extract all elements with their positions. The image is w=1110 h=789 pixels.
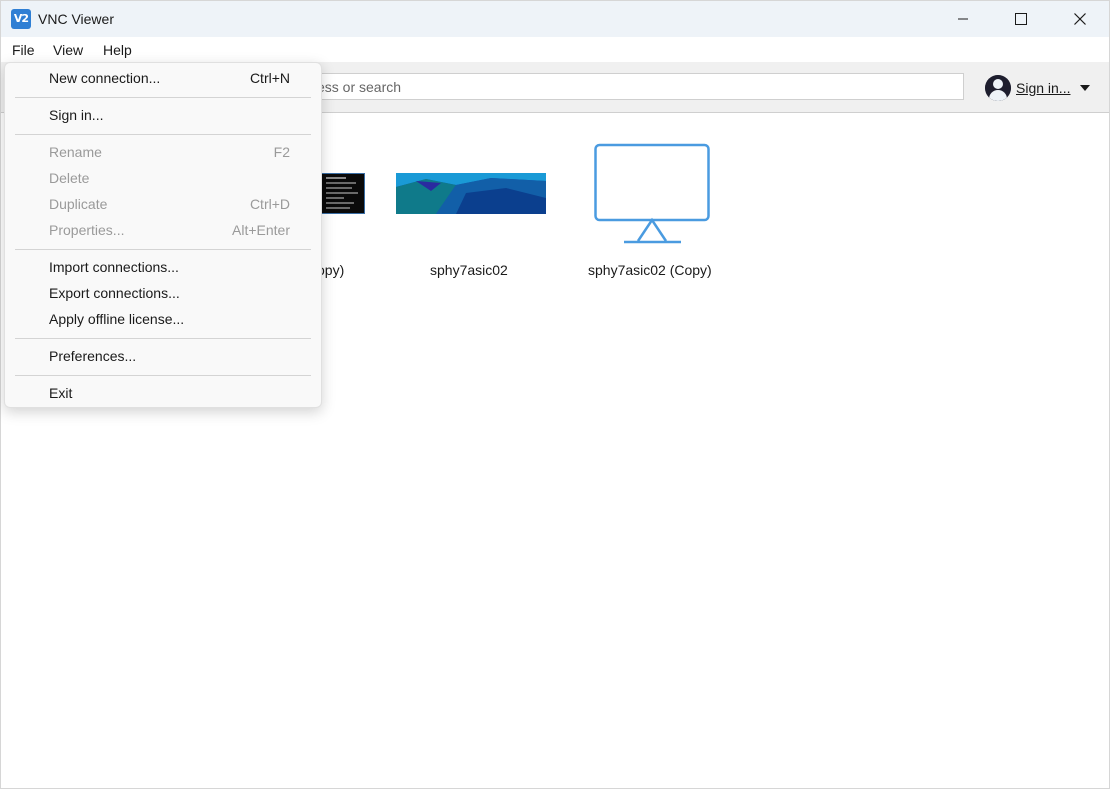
menu-item-properties: Properties... Alt+Enter [49,222,290,238]
vnc-viewer-window: V2 VNC Viewer File View Help ess or sear… [0,0,1110,789]
menu-item-rename: Rename F2 [49,144,290,160]
menu-bar: File View Help [1,37,1109,62]
minimize-icon [958,18,968,20]
menu-view[interactable]: View [53,42,83,58]
sign-in-button[interactable]: Sign in... [985,75,1091,101]
maximize-icon [1015,13,1027,25]
menu-separator [15,375,311,376]
file-menu-dropdown: New connection... Ctrl+N Sign in... Rena… [4,62,322,408]
maximize-button[interactable] [992,1,1050,37]
close-button[interactable] [1051,1,1109,37]
menu-item-import-connections[interactable]: Import connections... [5,255,321,281]
menu-separator [15,338,311,339]
user-avatar-icon [985,75,1011,101]
window-title: VNC Viewer [38,11,114,27]
menu-item-apply-offline-license[interactable]: Apply offline license... [5,307,321,333]
menu-separator [15,249,311,250]
connection-label[interactable]: sphy7asic02 [430,262,508,278]
chevron-down-icon[interactable] [1080,85,1091,91]
close-icon [1074,13,1086,25]
menu-help[interactable]: Help [103,42,132,58]
menu-item-exit[interactable]: Exit [5,381,321,407]
minimize-button[interactable] [934,1,992,37]
menu-file[interactable]: File [12,42,35,58]
vnc-app-icon: V2 [11,9,31,29]
menu-separator [15,134,311,135]
menu-item-export-connections[interactable]: Export connections... [5,281,321,307]
search-placeholder: ess or search [317,79,402,95]
connection-label[interactable]: sphy7asic02 (Copy) [588,262,712,278]
monitor-icon[interactable] [593,143,711,245]
sign-in-label: Sign in... [1016,80,1071,96]
menu-item-sign-in[interactable]: Sign in... [5,103,321,129]
terminal-thumbnail[interactable] [321,173,365,214]
menu-separator [15,97,311,98]
menu-item-delete: Delete [49,170,90,186]
desktop-thumbnail[interactable] [396,173,546,214]
menu-item-preferences[interactable]: Preferences... [5,344,321,370]
menu-item-duplicate: Duplicate Ctrl+D [49,196,290,212]
title-bar[interactable]: V2 VNC Viewer [1,1,1109,37]
menu-item-new-connection[interactable]: New connection... Ctrl+N [5,66,321,92]
